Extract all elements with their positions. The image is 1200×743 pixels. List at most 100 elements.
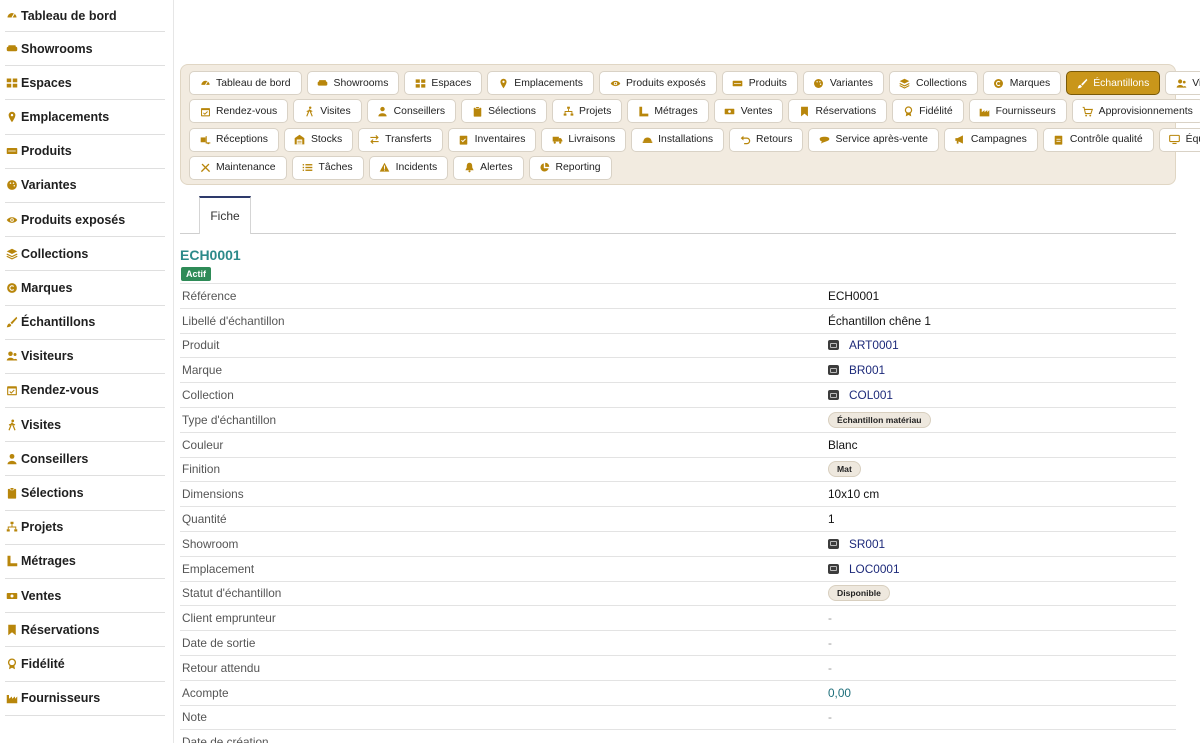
nav-button-espaces[interactable]: Espaces (404, 71, 483, 95)
nav-button-label: Transferts (385, 134, 432, 146)
field-label: Référence (182, 288, 237, 303)
nav-button-emplacements[interactable]: Emplacements (487, 71, 594, 95)
nav-button-label: Produits exposés (626, 77, 706, 89)
sidebar-item-metrages[interactable]: Métrages (5, 545, 165, 579)
field-label: Retour attendu (182, 660, 261, 675)
sidebar-item-label: Visites (21, 417, 62, 432)
field-value: - (828, 710, 832, 725)
nav-button-receptions[interactable]: Réceptions (189, 127, 279, 152)
megaphone-icon (954, 134, 966, 146)
nav-button-installations[interactable]: Installations (631, 127, 725, 152)
nav-button-service-apres-vente[interactable]: Service après-vente (808, 127, 939, 152)
nav-button-projets[interactable]: Projets (552, 99, 623, 124)
nav-button-taches[interactable]: Tâches (291, 155, 364, 180)
sidebar-item-echantillons[interactable]: Échantillons (5, 306, 165, 340)
sidebar-item-emplacements[interactable]: Emplacements (5, 100, 165, 135)
related-record-link[interactable]: BR001 (849, 363, 885, 377)
table-row: Emplacement LOC0001 (180, 555, 1176, 581)
nav-button-rendez-vous[interactable]: Rendez-vous (189, 99, 289, 124)
sidebar-item-visites[interactable]: Visites (5, 408, 165, 443)
sidebar-item-marques[interactable]: Marques (5, 271, 165, 306)
sidebar-item-reservations[interactable]: Réservations (5, 613, 165, 648)
nav-button-echantillons[interactable]: Échantillons (1066, 71, 1161, 95)
nav-button-tableau-de-bord[interactable]: Tableau de bord (189, 71, 302, 95)
nav-button-incidents[interactable]: Incidents (368, 155, 449, 180)
related-record-link[interactable]: ART0001 (849, 338, 899, 352)
nav-button-marques[interactable]: Marques (982, 71, 1062, 95)
nav-button-produits-exposes[interactable]: Produits exposés (599, 71, 717, 95)
sidebar-item-label: Rendez-vous (21, 383, 99, 398)
bookmark-icon (5, 623, 19, 637)
nav-button-fidelite[interactable]: Fidélité (892, 99, 964, 124)
nav-button-label: Tableau de bord (216, 77, 291, 89)
nav-button-livraisons[interactable]: Livraisons (541, 127, 627, 152)
nav-button-ventes[interactable]: Ventes (713, 99, 784, 124)
nav-button-reporting[interactable]: Reporting (528, 155, 612, 180)
sidebar-item-label: Produits (21, 144, 72, 159)
sidebar-item-showrooms[interactable]: Showrooms (5, 32, 165, 67)
sidebar-item-tableau-de-bord[interactable]: Tableau de bord (5, 0, 165, 32)
field-value: 10x10 cm (828, 487, 880, 502)
award-icon (902, 105, 914, 117)
field-value: Échantillon chêne 1 (828, 313, 931, 328)
sidebar-item-fournisseurs[interactable]: Fournisseurs (5, 682, 165, 716)
nav-button-produits[interactable]: Produits (721, 71, 798, 95)
nav-row: Réceptions Stocks Transferts Inventaires Liv… (189, 127, 1200, 153)
nav-button-label: Conseillers (393, 105, 446, 117)
sidebar-item-ventes[interactable]: Ventes (5, 579, 165, 614)
sidebar-item-produits[interactable]: Produits (5, 135, 165, 169)
warning-icon (379, 162, 391, 174)
nav-button-transferts[interactable]: Transferts (358, 127, 443, 152)
walking-icon (5, 418, 19, 432)
nav-button-approvisionnements[interactable]: Approvisionnements (1071, 99, 1200, 124)
table-row: Statut d'échantillon Disponible (180, 580, 1176, 606)
field-value: - (828, 636, 832, 651)
nav-button-variantes[interactable]: Variantes (802, 71, 884, 95)
field-value: Disponible (828, 585, 1176, 602)
related-record-link[interactable]: LOC0001 (849, 562, 900, 576)
nav-button-label: Collections (915, 77, 967, 89)
sidebar-item-projets[interactable]: Projets (5, 511, 165, 545)
table-row: Produit ART0001 (180, 332, 1176, 358)
nav-button-campagnes[interactable]: Campagnes (943, 127, 1038, 152)
related-record-link[interactable]: COL001 (849, 388, 893, 402)
nav-button-inventaires[interactable]: Inventaires (447, 127, 537, 152)
nav-button-label: Incidents (395, 162, 438, 174)
related-record-icon (828, 340, 839, 351)
nav-button-label: Maintenance (216, 162, 276, 174)
nav-button-label: Échantillons (1093, 77, 1150, 89)
industry-icon (5, 691, 19, 705)
nav-button-visites[interactable]: Visites (293, 99, 362, 124)
tab-fiche[interactable]: Fiche (199, 196, 251, 234)
nav-button-controle-qualite[interactable]: Contrôle qualité (1042, 127, 1154, 152)
sidebar-item-conseillers[interactable]: Conseillers (5, 442, 165, 477)
nav-button-fournisseurs[interactable]: Fournisseurs (968, 99, 1067, 124)
nav-button-collections[interactable]: Collections (888, 71, 978, 95)
nav-button-alertes[interactable]: Alertes (453, 155, 524, 180)
sidebar-item-selections[interactable]: Sélections (5, 476, 165, 511)
nav-button-reservations[interactable]: Réservations (788, 99, 888, 124)
nav-button-showrooms[interactable]: Showrooms (306, 71, 400, 95)
sidebar-item-espaces[interactable]: Espaces (5, 66, 165, 101)
undo-icon (739, 134, 751, 146)
nav-button-retours[interactable]: Retours (729, 127, 804, 152)
nav-button-stocks[interactable]: Stocks (283, 127, 354, 152)
sidebar-item-visiteurs[interactable]: Visiteurs (5, 340, 165, 374)
nav-button-maintenance[interactable]: Maintenance (189, 155, 287, 180)
couch-icon (317, 77, 329, 89)
sidebar-item-label: Variantes (21, 178, 77, 193)
sidebar-item-rendez-vous[interactable]: Rendez-vous (5, 374, 165, 409)
nav-button-visiteurs[interactable]: Visiteurs (1165, 71, 1200, 95)
tab-bar: Fiche (180, 196, 1176, 234)
nav-button-conseillers[interactable]: Conseillers (366, 99, 457, 124)
detail-table: Référence ECH0001 Libellé d'échantillon Éch… (180, 283, 1176, 743)
related-record-link[interactable]: SR001 (849, 537, 885, 551)
sidebar-item-fidelite[interactable]: Fidélité (5, 647, 165, 682)
nav-button-metrages[interactable]: Métrages (627, 99, 709, 124)
nav-button-selections[interactable]: Sélections (461, 99, 548, 124)
nav-button-equipements[interactable]: Équipements (1158, 127, 1200, 152)
sidebar-item-collections[interactable]: Collections (5, 237, 165, 272)
sidebar-item-produits-exposes[interactable]: Produits exposés (5, 203, 165, 238)
sidebar-item-label: Showrooms (21, 41, 93, 56)
sidebar-item-variantes[interactable]: Variantes (5, 169, 165, 203)
